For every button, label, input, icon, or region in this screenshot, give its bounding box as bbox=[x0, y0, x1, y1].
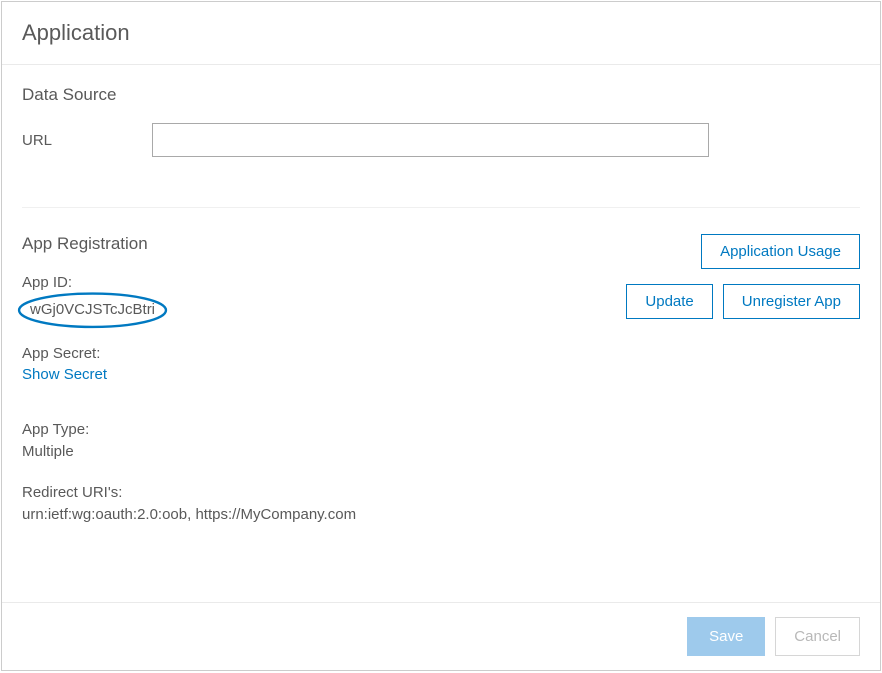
app-type-label: App Type: bbox=[22, 419, 860, 442]
show-secret-link[interactable]: Show Secret bbox=[22, 366, 107, 383]
app-id-highlight: wGj0VCJSTcJcBtri bbox=[22, 295, 163, 326]
action-button-row: Update Unregister App bbox=[626, 284, 860, 319]
data-source-section: Data Source URL bbox=[2, 65, 880, 187]
url-input[interactable] bbox=[152, 123, 709, 157]
redirect-uris-value: urn:ietf:wg:oauth:2.0:oob, https://MyCom… bbox=[22, 504, 860, 527]
app-secret-block: App Secret: Show Secret bbox=[22, 343, 860, 401]
panel-footer: Save Cancel bbox=[2, 602, 880, 670]
application-usage-button[interactable]: Application Usage bbox=[701, 234, 860, 269]
save-button[interactable]: Save bbox=[687, 617, 765, 656]
redirect-uris-block: Redirect URI's: urn:ietf:wg:oauth:2.0:oo… bbox=[22, 482, 860, 527]
url-row: URL bbox=[22, 123, 860, 157]
update-button[interactable]: Update bbox=[626, 284, 712, 319]
unregister-app-button[interactable]: Unregister App bbox=[723, 284, 860, 319]
redirect-uris-label: Redirect URI's: bbox=[22, 482, 860, 505]
cancel-button[interactable]: Cancel bbox=[775, 617, 860, 656]
application-panel: Application Data Source URL App Registra… bbox=[1, 1, 881, 671]
app-secret-label: App Secret: bbox=[22, 343, 860, 366]
app-type-block: App Type: Multiple bbox=[22, 419, 860, 464]
app-registration-section: App Registration Application Usage Updat… bbox=[2, 208, 880, 527]
app-id-value: wGj0VCJSTcJcBtri bbox=[30, 301, 155, 318]
usage-button-row: Application Usage bbox=[701, 234, 860, 269]
app-type-value: Multiple bbox=[22, 441, 860, 464]
page-title: Application bbox=[22, 20, 860, 46]
panel-header: Application bbox=[2, 2, 880, 64]
data-source-heading: Data Source bbox=[22, 85, 860, 105]
url-label: URL bbox=[22, 132, 152, 149]
